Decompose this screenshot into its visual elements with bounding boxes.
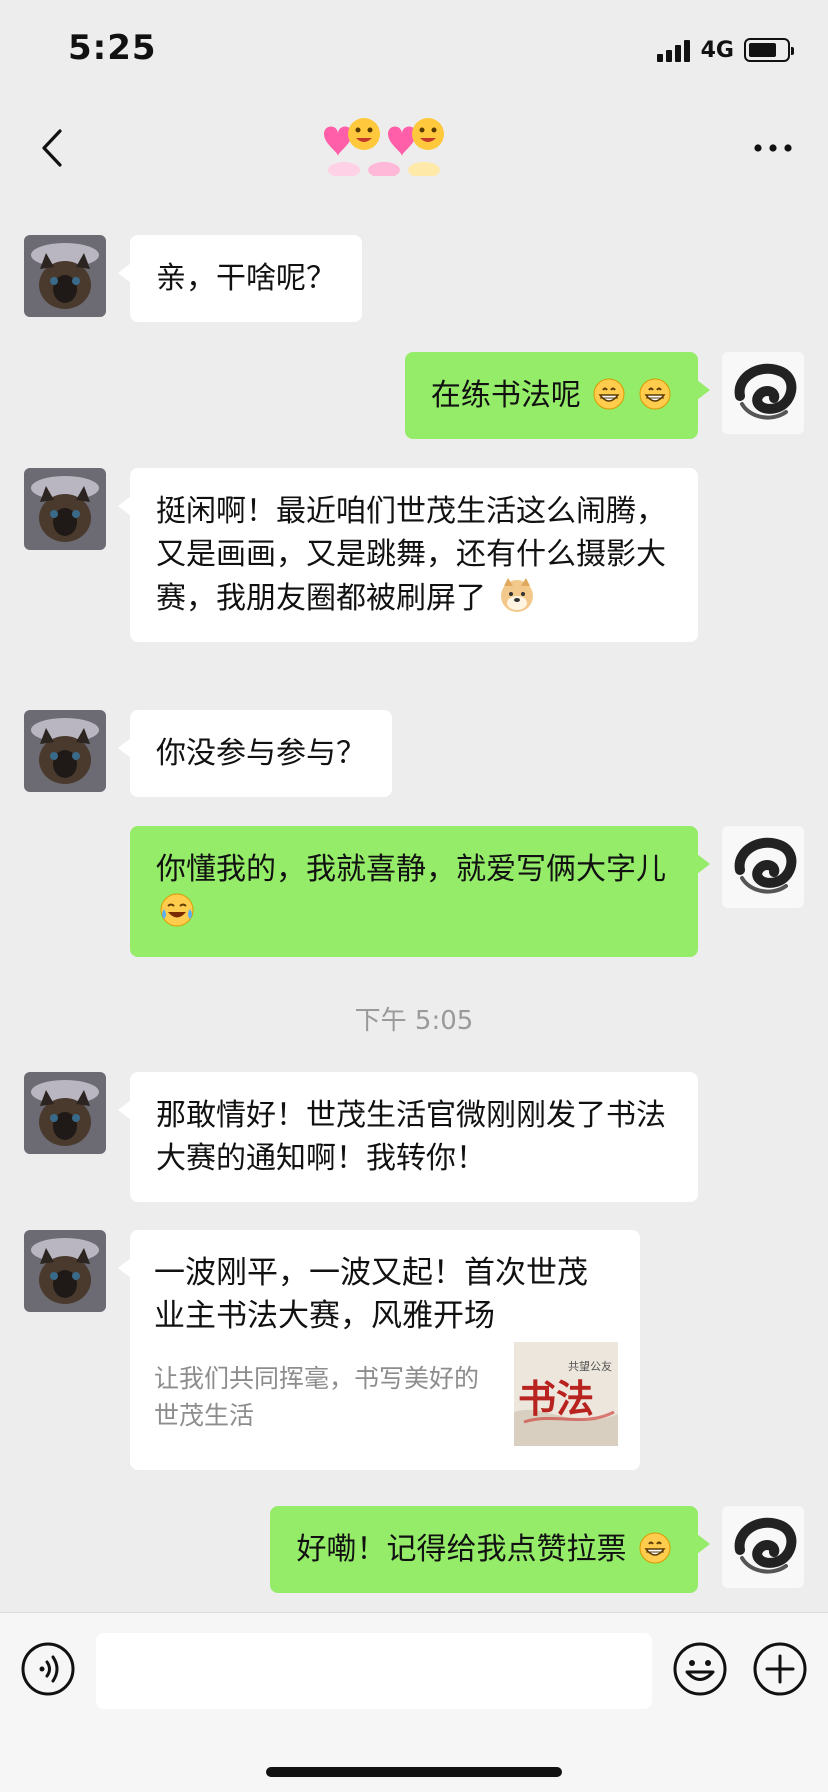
input-bar bbox=[0, 1612, 828, 1792]
message-bubble-incoming[interactable]: 亲，干啥呢？ bbox=[118, 235, 362, 322]
link-card[interactable]: 一波刚平，一波又起！首次世茂业主书法大赛，风雅开场 让我们共同挥毫，书写美好的世… bbox=[118, 1230, 640, 1470]
status-icons: 4G bbox=[656, 36, 794, 64]
battery-fill bbox=[749, 43, 776, 57]
more-button[interactable] bbox=[738, 118, 808, 178]
message-text: 好嘞！记得给我点赞拉票 bbox=[296, 1532, 627, 1567]
link-card-title: 一波刚平，一波又起！首次世茂业主书法大赛，风雅开场 bbox=[154, 1255, 588, 1334]
link-card-description: 让我们共同挥毫，书写美好的世茂生活 bbox=[154, 1364, 480, 1430]
thumb-text: 书法 bbox=[518, 1376, 594, 1421]
cat-avatar-icon bbox=[24, 1230, 106, 1312]
message-bubble-incoming[interactable]: 挺闲啊！最近咱们世茂生活这么闹腾，又是画画，又是跳舞，还有什么摄影大赛，我朋友圈… bbox=[118, 468, 698, 642]
ink-brush-avatar-icon bbox=[722, 352, 804, 434]
message-text: 那敢情好！世茂生活官微刚刚发了书法大赛的通知啊！我转你！ bbox=[156, 1098, 666, 1176]
message-text: 在练书法呢 bbox=[430, 378, 581, 413]
emoji-heart-sticker-icon bbox=[324, 118, 444, 178]
grin-emoji-icon bbox=[639, 1532, 671, 1564]
message-bubble-outgoing[interactable]: 你懂我的，我就喜静，就爱写俩大字儿 bbox=[130, 826, 710, 957]
avatar-self[interactable] bbox=[722, 1506, 804, 1588]
message-text: 你没参与参与？ bbox=[156, 736, 366, 771]
cat-avatar-icon bbox=[24, 468, 106, 550]
voice-button[interactable] bbox=[20, 1641, 76, 1697]
status-bar: 5:25 4G bbox=[0, 0, 828, 100]
grin-emoji-icon bbox=[639, 378, 671, 410]
chat-area[interactable]: 亲，干啥呢？ 在练书法呢 挺闲啊！最近咱们世茂生活这么闹腾，又是画画，又是跳舞，… bbox=[0, 200, 828, 1610]
cat-avatar-icon bbox=[24, 710, 106, 792]
chevron-left-icon bbox=[42, 129, 62, 167]
cat-avatar-icon bbox=[24, 1072, 106, 1154]
home-indicator[interactable] bbox=[266, 1767, 562, 1777]
calligraphy-thumbnail-icon: 共望公友 书法 bbox=[514, 1342, 618, 1446]
avatar-contact[interactable] bbox=[24, 710, 106, 792]
avatar-self[interactable] bbox=[722, 352, 804, 434]
message-text: 挺闲啊！最近咱们世茂生活这么闹腾，又是画画，又是跳舞，还有什么摄影大赛，我朋友圈… bbox=[156, 494, 666, 616]
network-type: 4G bbox=[700, 37, 734, 63]
battery-icon bbox=[744, 38, 794, 62]
plus-icon bbox=[753, 1642, 807, 1696]
avatar-contact[interactable] bbox=[24, 1230, 106, 1312]
back-button[interactable] bbox=[22, 118, 82, 178]
thumb-caption: 共望公友 bbox=[568, 1359, 612, 1373]
link-card-thumbnail: 共望公友 书法 bbox=[514, 1342, 618, 1446]
message-bubble-incoming[interactable]: 那敢情好！世茂生活官微刚刚发了书法大赛的通知啊！我转你！ bbox=[118, 1072, 698, 1202]
avatar-contact[interactable] bbox=[24, 468, 106, 550]
time-divider: 下午 5:05 bbox=[354, 1006, 474, 1036]
grin-emoji-icon bbox=[593, 378, 625, 410]
laugh-cry-emoji-icon bbox=[160, 893, 194, 927]
doge-emoji-icon bbox=[500, 578, 533, 612]
voice-icon bbox=[21, 1642, 75, 1696]
more-dots-icon bbox=[754, 144, 792, 152]
message-bubble-incoming[interactable]: 你没参与参与？ bbox=[118, 710, 392, 797]
chat-title-sticker bbox=[314, 112, 474, 178]
more-functions-button[interactable] bbox=[752, 1641, 808, 1697]
avatar-contact[interactable] bbox=[24, 235, 106, 317]
status-time: 5:25 bbox=[68, 28, 157, 68]
smiley-icon bbox=[673, 1642, 727, 1696]
message-text: 你懂我的，我就喜静，就爱写俩大字儿 bbox=[156, 852, 666, 887]
ink-brush-avatar-icon bbox=[722, 826, 804, 908]
message-bubble-outgoing[interactable]: 在练书法呢 bbox=[404, 352, 711, 439]
ink-brush-avatar-icon bbox=[722, 1506, 804, 1588]
avatar-self[interactable] bbox=[722, 826, 804, 908]
avatar-contact[interactable] bbox=[24, 1072, 106, 1154]
nav-bar bbox=[0, 100, 828, 200]
message-input[interactable] bbox=[96, 1633, 652, 1709]
cat-avatar-icon bbox=[24, 235, 106, 317]
message-bubble-outgoing[interactable]: 好嘞！记得给我点赞拉票 bbox=[270, 1506, 710, 1593]
message-text: 亲，干啥呢？ bbox=[156, 261, 336, 296]
emoji-button[interactable] bbox=[672, 1641, 728, 1697]
signal-icon bbox=[656, 38, 693, 62]
